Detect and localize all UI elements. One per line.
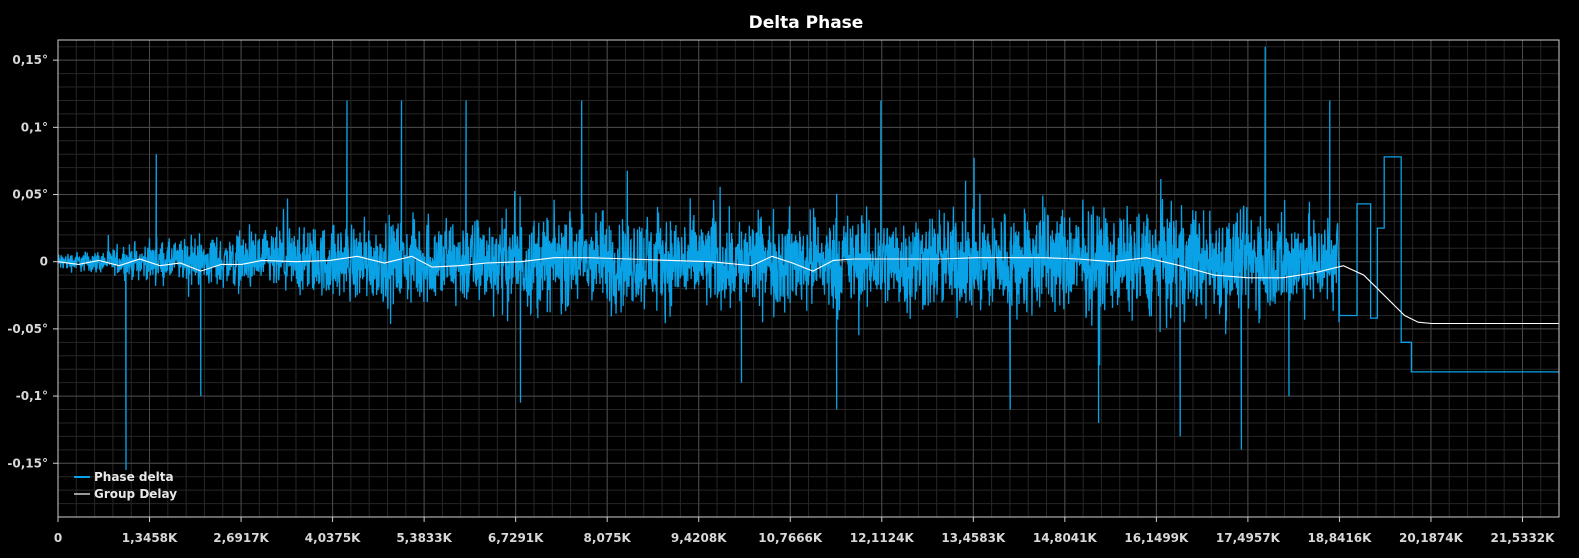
y-tick-label: 0,1° [21,120,48,134]
x-tick-label: 17,4957K [1216,531,1281,545]
x-tick-label: 13,4583K [941,531,1006,545]
x-tick-label: 16,1499K [1124,531,1189,545]
chart-svg: Delta Phase 0,15° 0,1° 0,05° 0 -0,05° -0,1° -0… [7,13,1560,545]
y-tick-label: -0,1° [16,389,48,403]
y-tick-label: -0,15° [7,456,48,470]
x-tick-label: 4,0375K [305,531,361,545]
x-tick-label: 14,8041K [1033,531,1098,545]
x-tick-label: 12,1124K [850,531,915,545]
x-tick-label: 8,075K [584,531,632,545]
delta-phase-chart: Delta Phase 0,15° 0,1° 0,05° 0 -0,05° -0,1° -0… [0,0,1579,558]
x-tick-label: 0 [54,531,62,545]
legend-label-phase-delta: Phase delta [94,470,174,484]
x-tick-label: 18,8416K [1307,531,1372,545]
x-tick-label: 6,7291K [488,531,544,545]
y-tick-label: -0,05° [7,322,48,336]
x-tick-label: 2,6917K [213,531,269,545]
x-tick-label: 5,3833K [396,531,452,545]
y-tick-label: 0,05° [12,188,48,202]
legend-label-group-delay: Group Delay [94,487,177,501]
x-tick-label: 10,7666K [758,531,823,545]
x-tick-label: 9,4208K [671,531,727,545]
legend: Phase delta Group Delay [74,470,177,501]
chart-title: Delta Phase [749,13,864,33]
x-tick-label: 20,1874K [1399,531,1464,545]
x-tick-label: 1,3458K [122,531,178,545]
x-tick-label: 21,5332K [1491,531,1556,545]
y-axis-ticks: 0,15° 0,1° 0,05° 0 -0,05° -0,1° -0,15° [7,53,58,470]
y-tick-label: 0,15° [12,53,48,67]
y-tick-label: 0 [40,255,48,269]
x-axis-ticks: 0 1,3458K 2,6917K 4,0375K 5,3833K 6,7291K 8,07… [54,517,1555,545]
